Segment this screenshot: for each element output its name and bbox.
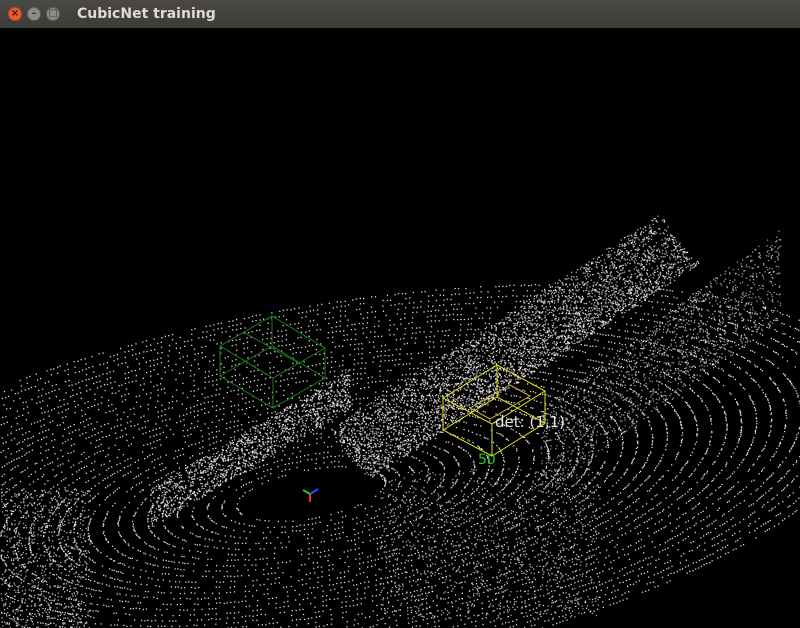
title-bar[interactable]: × – □ CubicNet training <box>0 0 800 29</box>
close-icon: × <box>10 8 20 19</box>
minimize-button[interactable]: – <box>27 7 41 21</box>
maximize-button[interactable]: □ <box>46 7 60 21</box>
app-window: × – □ CubicNet training det: (1,1) 50 <box>0 0 800 628</box>
minimize-icon: – <box>31 8 37 19</box>
maximize-icon: □ <box>48 8 58 19</box>
window-title: CubicNet training <box>77 6 216 22</box>
point-cloud <box>0 215 800 628</box>
detection-label: det: (1,1) <box>495 413 565 431</box>
origin-axes <box>302 488 319 502</box>
score-label: 50 <box>478 452 496 468</box>
ground-truth-box <box>219 315 326 409</box>
point-cloud-viewport[interactable]: det: (1,1) 50 <box>0 28 800 628</box>
point-cloud-canvas[interactable]: det: (1,1) 50 <box>0 28 800 628</box>
close-button[interactable]: × <box>8 7 22 21</box>
